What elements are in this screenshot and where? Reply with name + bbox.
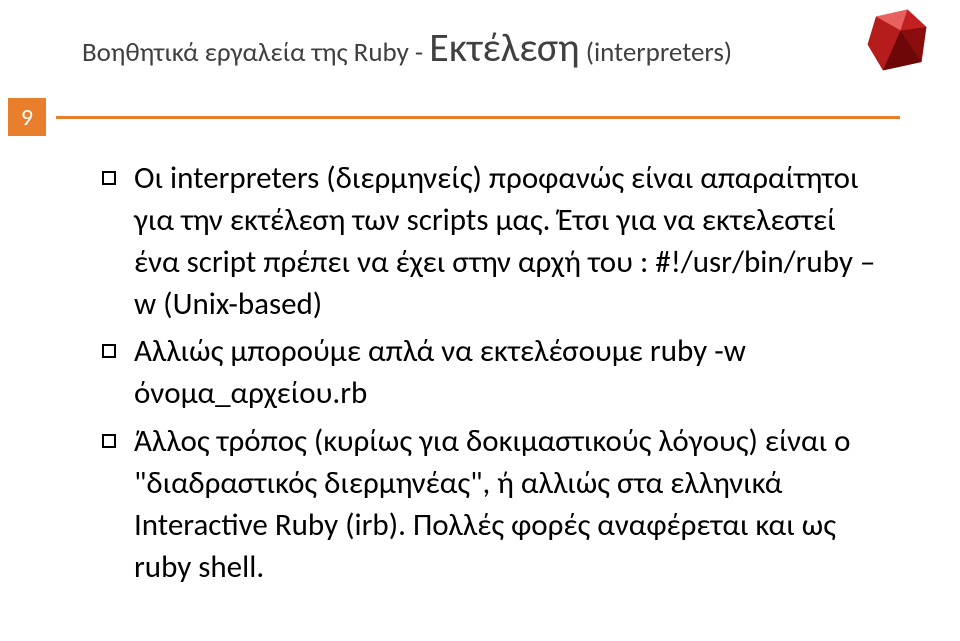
bullet-text: Αλλιώς μπορούμε απλά να εκτελέσουμε ruby…	[134, 331, 888, 415]
bullet-text: Οι interpreters (διερμηνείς) προφανώς εί…	[134, 158, 888, 325]
divider-line	[56, 116, 900, 119]
bullet-icon	[102, 434, 116, 448]
slide-title: Βοηθητικά εργαλεία της Ruby - Εκτέλεση (…	[82, 24, 732, 72]
divider-row: 9	[60, 98, 900, 136]
bullet-icon	[102, 344, 116, 358]
page-number: 9	[21, 103, 33, 132]
list-item: Αλλιώς μπορούμε απλά να εκτελέσουμε ruby…	[102, 331, 888, 415]
list-item: Άλλος τρόπος (κυρίως για δοκιμαστικούς λ…	[102, 421, 888, 588]
list-item: Οι interpreters (διερμηνείς) προφανώς εί…	[102, 158, 888, 325]
title-main: Εκτέλεση	[429, 23, 579, 72]
bullet-text: Άλλος τρόπος (κυρίως για δοκιμαστικούς λ…	[134, 421, 888, 588]
title-suffix: (interpreters)	[580, 36, 732, 69]
page-number-box: 9	[8, 98, 46, 136]
body: Οι interpreters (διερμηνείς) προφανώς εί…	[102, 158, 888, 588]
title-row: Βοηθητικά εργαλεία της Ruby - Εκτέλεση (…	[82, 24, 900, 72]
ruby-logo-icon	[862, 6, 932, 76]
slide: Βοηθητικά εργαλεία της Ruby - Εκτέλεση (…	[0, 0, 960, 641]
bullet-icon	[102, 171, 116, 185]
title-prefix: Βοηθητικά εργαλεία της Ruby -	[82, 36, 429, 69]
